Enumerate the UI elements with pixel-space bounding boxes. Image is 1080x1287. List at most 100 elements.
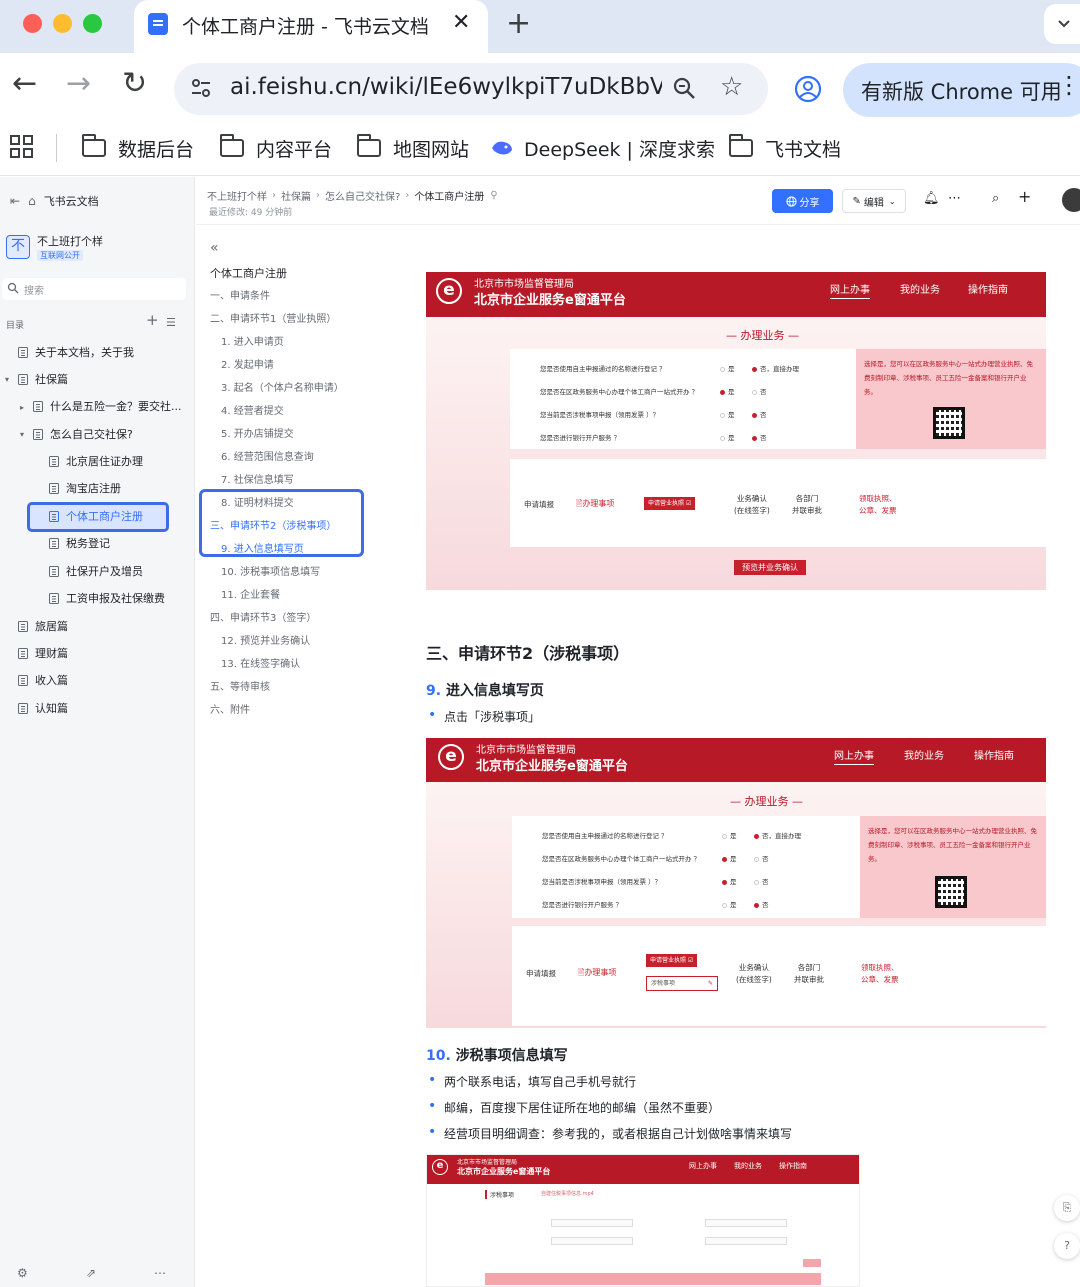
outline-item[interactable]: 6. 经营范围信息查询 (221, 448, 314, 463)
more-menu-icon[interactable]: ⋮ (1057, 73, 1080, 97)
portal-header: e 北京市市场监督管理局 北京市企业服务e窗通平台 网上办事 我的业务 操作指南 (426, 272, 1046, 317)
space-name[interactable]: 不上班打个样 (37, 233, 103, 249)
step-title: 进入信息填写页 (445, 683, 544, 699)
browser-tab-active[interactable]: 个体工商户注册 - 飞书云文档 ✕ (134, 0, 488, 53)
outline-item[interactable]: 2. 发起申请 (221, 356, 274, 371)
sidebar-item[interactable]: 淘宝店注册 (49, 478, 121, 498)
sidebar-item[interactable]: 怎么自己交社保? (33, 424, 133, 444)
breadcrumb-item[interactable]: 不上班打个样 (207, 188, 267, 203)
share-button[interactable]: 分享 (772, 189, 833, 213)
outline-item[interactable]: 五、等待审核 (210, 678, 270, 693)
option-label: 否 (760, 411, 767, 419)
edit-mode-button[interactable]: ✎ 编辑 ⌄ (842, 189, 906, 213)
collapse-sidebar-icon[interactable]: ⇤ (10, 194, 20, 208)
flow-card: 申请填报 🖹办理事项 申请营业执照 ☑ 业务确认 (在线签字) 各部门 并联审批… (510, 459, 1046, 547)
outline-item[interactable]: 12. 预览并业务确认 (221, 632, 310, 647)
collapse-outline-icon[interactable]: « (210, 240, 219, 256)
pin-icon[interactable]: ⚲ (490, 190, 497, 201)
outline-item[interactable]: 11. 企业套餐 (221, 586, 280, 601)
caret-right-icon[interactable]: ▸ (20, 403, 24, 412)
sidebar-search-input[interactable]: 搜索 (2, 278, 186, 300)
outline-item[interactable]: 3. 起名（个体户名称申请） (221, 379, 344, 394)
sidebar-item[interactable]: 旅居篇 (18, 616, 68, 636)
sidebar-item[interactable]: 社保篇 (18, 369, 68, 389)
share-icon[interactable]: ⇗ (86, 1266, 96, 1280)
chrome-update-button[interactable]: 有新版 Chrome 可用 ⋮ (843, 63, 1080, 117)
bookmark-folder[interactable]: 飞书文档 (728, 133, 841, 163)
settings-icon[interactable]: ⚙ (17, 1266, 28, 1280)
breadcrumb-item[interactable]: 怎么自己交社保? (325, 188, 400, 203)
bookmark-star-icon[interactable]: ☆ (720, 72, 743, 102)
add-page-icon[interactable]: + (146, 313, 159, 328)
home-label: 飞书云文档 (43, 195, 99, 208)
profile-icon[interactable] (794, 75, 822, 103)
site-info-icon[interactable] (190, 77, 212, 99)
side-note-text: 选择是，您可以在区政务服务中心一站式办理营业执照、免费刻制印章、涉税事项、员工五… (864, 360, 1033, 396)
more-icon[interactable]: ⋯ (154, 1266, 166, 1280)
bookmark-link[interactable]: DeepSeek | 深度求索 (490, 133, 715, 163)
bookmark-folder[interactable]: 地图网站 (356, 133, 469, 163)
zoom-icon[interactable] (672, 76, 698, 102)
maximize-window-button[interactable] (83, 14, 102, 33)
sidebar-item[interactable]: 什么是五险一金？要交社... (33, 396, 182, 416)
sidebar-item[interactable]: 理财篇 (18, 643, 68, 663)
option-label: 是 (730, 855, 737, 863)
space-visibility-badge: 互联网公开 (37, 250, 83, 261)
tab-close-icon[interactable]: ✕ (452, 10, 470, 35)
breadcrumb-item[interactable]: 社保篇 (281, 188, 311, 203)
minimize-window-button[interactable] (53, 14, 72, 33)
sidebar-item[interactable]: 收入篇 (18, 670, 68, 690)
notification-bell-icon[interactable]: 🔔︎ (923, 192, 940, 205)
feedback-icon[interactable]: ⎘ (1054, 1195, 1080, 1221)
outline-item[interactable]: 5. 开办店铺提交 (221, 425, 294, 440)
tab-search-button[interactable] (1044, 4, 1080, 44)
docs-home-link[interactable]: ⇤ ⌂ 飞书云文档 (10, 193, 99, 209)
sidebar-item[interactable]: 社保开户及增员 (49, 561, 143, 581)
sidebar-item[interactable]: 认知篇 (18, 698, 68, 718)
bookmark-folder[interactable]: 数据后台 (81, 133, 194, 163)
outline-item[interactable]: 六、附件 (210, 701, 250, 716)
sidebar-item[interactable]: 工资申报及社保缴费 (49, 588, 165, 608)
reload-button[interactable]: ↻ (122, 69, 147, 99)
outline-item[interactable]: 13. 在线签字确认 (221, 655, 300, 670)
caret-down-icon[interactable]: ▾ (20, 430, 24, 439)
add-icon[interactable]: + (1018, 189, 1031, 205)
radio-option: 否 (752, 409, 767, 419)
bookmark-folder[interactable]: 内容平台 (219, 133, 332, 163)
close-window-button[interactable] (23, 14, 42, 33)
question-row: 您是否使用自主申报通过的名称进行登记 ？ (540, 365, 666, 373)
outline-item[interactable]: 10. 涉税事项信息填写 (221, 563, 320, 578)
avatar[interactable] (1062, 188, 1080, 212)
globe-icon (785, 195, 797, 207)
sort-icon[interactable]: ☰ (166, 316, 176, 329)
sidebar-item-active[interactable]: 个体工商户注册 (49, 506, 143, 526)
apps-grid-icon[interactable] (10, 135, 34, 159)
sidebar-item[interactable]: 税务登记 (49, 533, 110, 553)
option-label: 是 (730, 901, 737, 909)
outline-item[interactable]: 4. 经营者提交 (221, 402, 284, 417)
back-button[interactable]: ← (12, 69, 37, 99)
doc-icon (49, 565, 59, 577)
radio-option: 否 (754, 853, 769, 863)
outline-item[interactable]: 四、申请环节3（签字） (210, 609, 316, 624)
outline-item[interactable]: 1. 进入申请页 (221, 333, 284, 348)
forward-button[interactable]: → (66, 69, 91, 99)
portal-nav-item: 我的业务 (734, 1162, 762, 1170)
outline-item[interactable]: 二、申请环节1（营业执照） (210, 310, 336, 325)
outline-item[interactable]: 7. 社保信息填写 (221, 471, 294, 486)
outline-title[interactable]: 个体工商户注册 (210, 265, 287, 281)
search-icon[interactable]: ⌕ (992, 192, 999, 205)
caret-down-icon[interactable]: ▾ (5, 375, 9, 384)
sidebar-item-label: 收入篇 (35, 674, 68, 687)
sidebar-item[interactable]: 北京居住证办理 (49, 451, 143, 471)
help-icon[interactable]: ? (1054, 1233, 1080, 1259)
url-text[interactable]: ai.feishu.cn/wiki/lEe6wylkpiT7uDkBbVJc..… (230, 74, 662, 100)
option-label: 是 (728, 388, 735, 396)
portal-nav-item: 我的业务 (900, 285, 940, 296)
sidebar-item[interactable]: 关于本文档，关于我 (18, 342, 134, 362)
new-tab-button[interactable]: + (506, 6, 531, 41)
address-bar[interactable]: ai.feishu.cn/wiki/lEe6wylkpiT7uDkBbVJc..… (174, 63, 768, 115)
outline-item[interactable]: 一、申请条件 (210, 287, 270, 302)
section-heading: 三、申请环节2（涉税事项） (426, 644, 630, 663)
more-options-icon[interactable]: ⋯ (948, 192, 961, 205)
